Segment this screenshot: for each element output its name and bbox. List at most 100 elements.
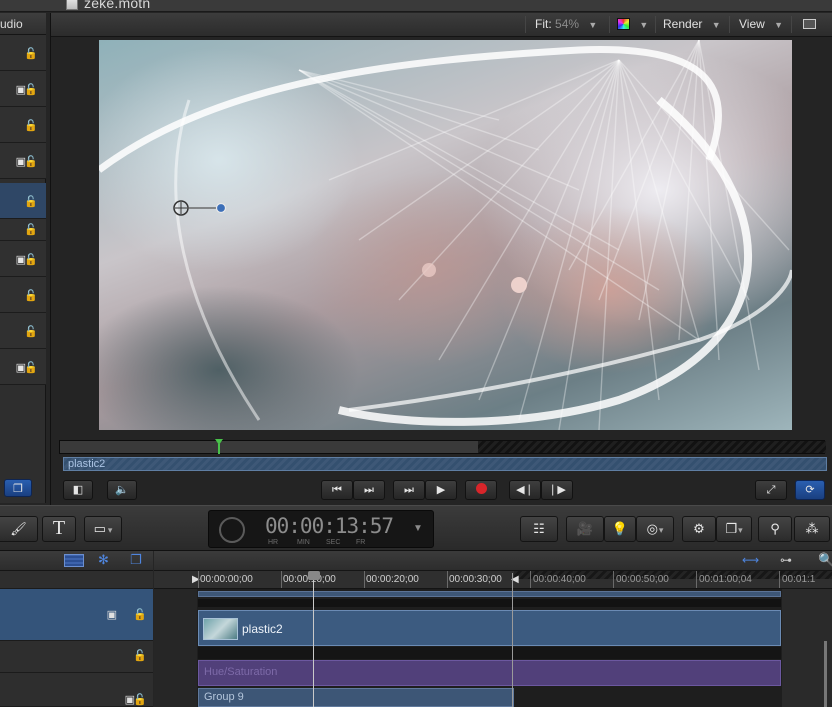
lock-icon[interactable]: 🔓 (133, 649, 147, 662)
hud-button[interactable]: ☷ (520, 516, 558, 542)
filter-clip-hue-saturation[interactable]: Hue/Saturation (198, 660, 781, 686)
zoom-icon[interactable]: 🔍 (818, 552, 832, 568)
layer-row[interactable]: ▣ 🔓 (0, 71, 46, 107)
ruler-label: 00:00:00;00 (200, 574, 253, 585)
light-rays-overlay (99, 40, 792, 430)
layers-view-toggle-button[interactable]: ❐ (4, 479, 32, 497)
add-camera-button[interactable]: 🎥 (566, 516, 604, 542)
text-tool-button[interactable]: T (42, 516, 76, 542)
filters-icon: ❐ (725, 521, 738, 536)
render-menu[interactable]: Render ▼ (663, 17, 721, 31)
timeline-scrollbar[interactable] (824, 641, 827, 707)
ruler-tick (198, 571, 199, 588)
separator (791, 16, 792, 33)
previous-frame-button[interactable]: ◀❘ (509, 480, 541, 500)
video-clip-plastic2[interactable]: plastic2 (198, 610, 781, 646)
skip-end-icon: ⏭ (364, 484, 374, 496)
lock-icon[interactable]: 🔓 (24, 119, 38, 132)
group-clip[interactable]: Group 9 (198, 688, 514, 707)
add-light-button[interactable]: 💡 (604, 516, 636, 542)
lock-icon[interactable]: 🔓 (24, 47, 38, 60)
lock-icon[interactable]: 🔓 (24, 289, 38, 302)
mini-timeline-clip[interactable]: plastic2 (63, 457, 827, 471)
layer-row-selected[interactable]: 🔓 (0, 183, 46, 219)
playhead-handle[interactable] (308, 571, 320, 580)
chevron-down-icon: ▾ (738, 525, 743, 535)
timecode-unit: HR (268, 539, 279, 546)
clip-label: plastic2 (242, 622, 283, 636)
paint-tool-button[interactable]: 🖌 (0, 516, 38, 542)
view-layout-menu[interactable] (803, 17, 816, 31)
layer-row[interactable]: 🔓 (0, 313, 46, 349)
brush-icon: 🖌 (10, 521, 27, 536)
go-to-start-button[interactable]: ⏮ (321, 480, 353, 500)
ruler-label: 00:00:20;00 (366, 574, 419, 585)
lock-icon[interactable]: 🔓 (133, 608, 147, 621)
clock-icon (219, 517, 245, 543)
keyframe-link-icon[interactable]: ⟷ (742, 553, 759, 567)
next-frame-button[interactable]: ❘▶ (541, 480, 573, 500)
toggle-layers-button[interactable]: ◧ (63, 480, 93, 500)
fullscreen-button[interactable]: ⤢ (755, 480, 787, 500)
time-ruler[interactable]: ▶ 00:00:00;00 00:00:10;00 00:00:20;00 00… (154, 571, 832, 589)
chevron-down-icon[interactable]: ▼ (413, 523, 423, 534)
shape-tool-button[interactable]: ▭ ▾ (84, 516, 122, 542)
gear-icon[interactable]: ✻ (98, 552, 109, 568)
layer-row[interactable]: ▣ 🔓 (0, 349, 46, 385)
group-bar[interactable] (198, 591, 781, 597)
audio-button[interactable]: 🔈 (107, 480, 137, 500)
timecode-display[interactable]: 00:00:13:57 HR MIN SEC FR ▼ (208, 510, 434, 548)
view-menu[interactable]: View ▼ (739, 17, 783, 31)
lock-icon[interactable]: 🔓 (24, 83, 38, 96)
timecode-unit: FR (356, 539, 366, 546)
lock-icon[interactable]: 🔓 (24, 155, 38, 168)
filters-button[interactable]: ❐▾ (716, 516, 752, 542)
track-spacer (198, 647, 781, 659)
layer-row[interactable]: ▣ 🔓 (0, 143, 46, 179)
expand-icon: ⤢ (766, 484, 776, 496)
particles-icon: ◎ (646, 521, 658, 536)
group-icon: ▣ (106, 609, 117, 621)
make-particles-button[interactable]: ◎▾ (636, 516, 674, 542)
timeline-row[interactable] (0, 571, 153, 589)
separator (525, 16, 526, 33)
layer-row[interactable]: 🔓 (0, 107, 46, 143)
layer-row[interactable]: 🔓 (0, 219, 46, 241)
replicator-icon: ⁂ (805, 521, 819, 536)
play-icon: ▶ (436, 484, 446, 496)
lock-icon[interactable]: 🔓 (133, 693, 147, 706)
generators-button[interactable]: ⚲ (758, 516, 792, 542)
play-from-start-button[interactable]: ⏭ (393, 480, 425, 500)
mini-timeline[interactable] (59, 439, 826, 454)
separator (609, 16, 610, 33)
play-button[interactable]: ▶ (425, 480, 457, 500)
show-masks-icon[interactable]: ❐ (130, 552, 142, 568)
replicator-button[interactable]: ⁂ (794, 516, 830, 542)
go-to-end-button[interactable]: ⏭ (353, 480, 385, 500)
layer-row[interactable]: 🔓 (0, 35, 46, 71)
mini-playhead-line (218, 444, 220, 454)
canvas-image[interactable] (99, 40, 792, 430)
record-button[interactable] (465, 480, 497, 500)
lock-icon[interactable]: 🔓 (24, 223, 38, 236)
skip-start-icon: ⏮ (332, 484, 342, 496)
timeline-row[interactable]: 🔓 (0, 641, 153, 673)
layer-row[interactable]: 🔓 (0, 277, 46, 313)
timeline-row[interactable]: ▣ 🔓 (0, 673, 153, 707)
lock-icon[interactable]: 🔓 (24, 195, 38, 208)
color-channels-menu[interactable]: ▼ (617, 17, 648, 31)
timecode-unit: SEC (326, 539, 341, 546)
layer-row[interactable]: ▣ 🔓 (0, 241, 46, 277)
snap-icon[interactable]: ⊶ (780, 553, 792, 567)
timeline-row-selected[interactable]: ▣ 🔓 (0, 589, 153, 641)
lock-icon[interactable]: 🔓 (24, 325, 38, 338)
lock-icon[interactable]: 🔓 (24, 253, 38, 266)
fit-zoom-menu[interactable]: Fit: 54% ▼ (535, 17, 597, 31)
show-layers-icon[interactable] (64, 554, 84, 567)
loop-button[interactable]: ⟳ (795, 480, 825, 500)
ruler-label: 00:00:50;00 (616, 574, 669, 585)
window-layout-icon (803, 19, 816, 29)
lock-icon[interactable]: 🔓 (24, 361, 38, 374)
ruler-label: 00:00:30;00 (449, 574, 502, 585)
behaviors-button[interactable]: ⚙ (682, 516, 716, 542)
